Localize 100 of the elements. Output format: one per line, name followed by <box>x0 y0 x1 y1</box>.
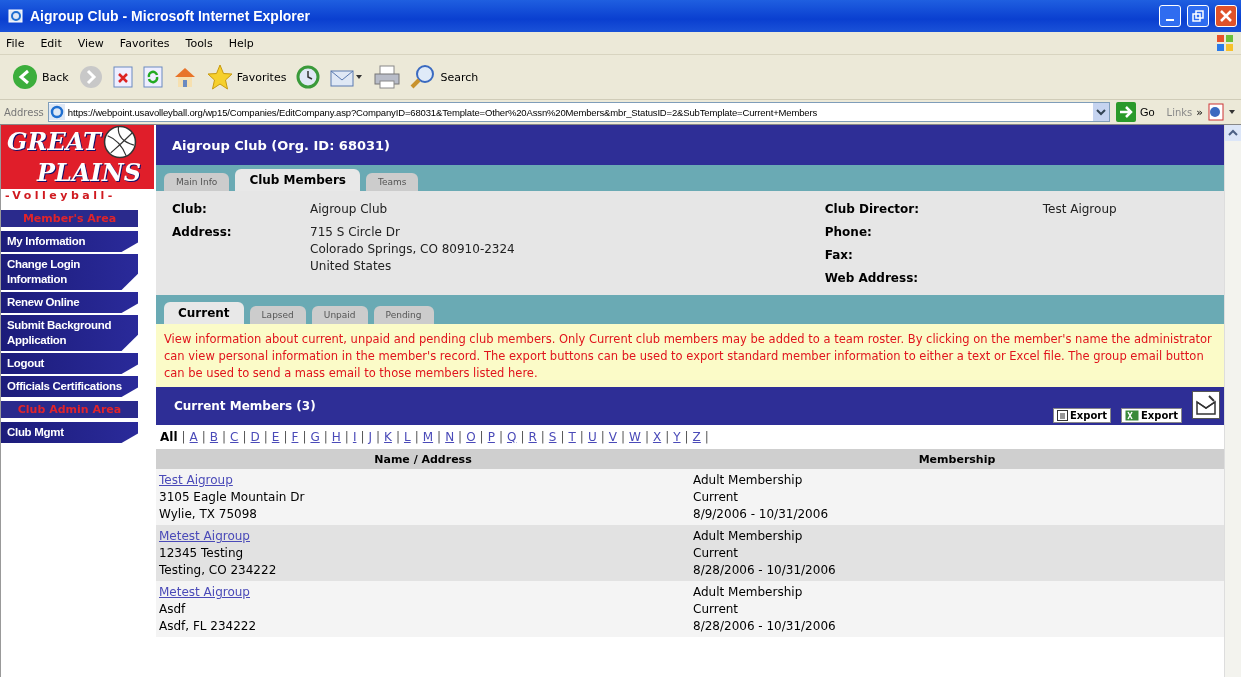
table-cell-text: 3105 Eagle Mountain Dr <box>159 489 306 506</box>
menu-item[interactable]: Edit <box>40 36 62 50</box>
letter-filter[interactable]: G <box>310 430 320 444</box>
separator-text: | <box>414 430 419 444</box>
letter-filter[interactable]: P <box>487 430 495 444</box>
search-button[interactable]: Search <box>408 64 481 90</box>
letter-filter[interactable]: U <box>587 430 597 444</box>
scrollbar[interactable] <box>1224 125 1241 677</box>
separator-text: | <box>323 430 328 444</box>
letter-filter[interactable]: F <box>291 430 299 444</box>
section-title: Current Members (3) <box>174 399 316 413</box>
menu-item[interactable]: File <box>6 36 25 50</box>
letter-filter[interactable]: W <box>629 430 641 444</box>
table-cell-text: Wylie, TX 75098 <box>159 506 258 523</box>
letter-filter[interactable]: Q <box>506 430 517 444</box>
letter-filter[interactable]: T <box>568 430 576 444</box>
document-icon[interactable] <box>1207 102 1237 122</box>
table-cell-text: Asdf, FL 234222 <box>159 618 258 635</box>
sidebar-heading: Member's Area <box>1 210 138 227</box>
letter-filter[interactable]: K <box>384 430 392 444</box>
menu-item[interactable]: View <box>77 36 104 50</box>
export-button[interactable]: Export <box>1120 408 1182 423</box>
close-icon <box>1220 10 1232 22</box>
separator-text: | <box>263 430 268 444</box>
separator-text: | <box>283 430 288 444</box>
restore-icon <box>1192 10 1204 22</box>
back-button[interactable]: Back <box>10 64 71 90</box>
restore-button[interactable] <box>1187 5 1209 27</box>
print-button[interactable] <box>372 65 403 89</box>
letter-filter[interactable]: C <box>230 430 239 444</box>
search-icon <box>410 64 437 90</box>
sidebar-item[interactable]: Logout <box>1 353 138 374</box>
letter-filter[interactable]: D <box>250 430 260 444</box>
sidebar-item[interactable]: Submit Background Application <box>1 315 138 351</box>
tab[interactable]: Club Members <box>235 169 360 191</box>
separator-text: | <box>684 430 689 444</box>
table-cell-text: Current <box>693 489 740 506</box>
field-label: Fax: <box>824 247 854 264</box>
tab[interactable]: Unpaid <box>311 306 368 324</box>
separator-text: | <box>376 430 381 444</box>
tab[interactable]: Teams <box>366 173 419 191</box>
sidebar-item[interactable]: Renew Online <box>1 292 138 313</box>
letter-filter[interactable]: A <box>189 430 198 444</box>
scroll-up-icon[interactable] <box>1225 125 1241 141</box>
close-button[interactable] <box>1215 5 1237 27</box>
minimize-icon <box>1166 19 1174 21</box>
letter-filter[interactable]: L <box>404 430 411 444</box>
member-name-link[interactable]: Test Aigroup <box>159 472 233 489</box>
letter-filter[interactable]: O <box>466 430 476 444</box>
letter-filter[interactable]: B <box>209 430 219 444</box>
menu-item[interactable]: Favorites <box>119 36 170 50</box>
refresh-button[interactable] <box>140 66 165 88</box>
more-links-button[interactable]: » <box>1196 105 1203 119</box>
sidebar-item[interactable]: Officials Certifications <box>1 376 138 397</box>
field-value: 715 S Circle Dr <box>310 224 401 241</box>
letter-filter[interactable]: Y <box>673 430 681 444</box>
field-label: Web Address: <box>824 270 920 287</box>
email-button[interactable] <box>1192 391 1220 419</box>
table-cell-text: Adult Membership <box>693 528 804 545</box>
letter-filter[interactable]: H <box>331 430 341 444</box>
address-field[interactable]: https://webpoint.usavolleyball.org/wp15/Companies/EditCompany.asp?CompanyID=68031&Template=Other%20Assn%20Members&mbr_StatusID=2&SubTemplate=Current+Members <box>47 102 1110 122</box>
letter-filter[interactable]: E <box>271 430 280 444</box>
field-label: Address: <box>172 224 233 241</box>
member-name-link[interactable]: Metest Aigroup <box>159 584 250 601</box>
letter-filter[interactable]: N <box>445 430 455 444</box>
minimize-button[interactable] <box>1159 5 1181 27</box>
stop-button[interactable] <box>110 66 135 88</box>
menu-item[interactable]: Help <box>228 36 254 50</box>
separator-text: | <box>242 430 247 444</box>
table-cell-text: 8/28/2006 - 10/31/2006 <box>693 562 837 579</box>
export-button[interactable]: Export <box>1052 408 1111 423</box>
letter-filter[interactable]: M <box>422 430 434 444</box>
separator-text: | <box>344 430 349 444</box>
letter-filter[interactable]: I <box>352 430 357 444</box>
sidebar-item[interactable]: My Information <box>1 231 138 252</box>
letter-filter[interactable]: R <box>528 430 537 444</box>
tab[interactable]: Main Info <box>164 173 230 191</box>
tab[interactable]: Current <box>164 302 244 324</box>
tab[interactable]: Pending <box>373 306 434 324</box>
letter-filter[interactable]: V <box>608 430 617 444</box>
favorites-button[interactable]: Favorites <box>204 64 289 90</box>
table-cell-text: Current <box>693 601 740 618</box>
tab[interactable]: Lapsed <box>249 306 306 324</box>
letter-filter[interactable]: Z <box>692 430 701 444</box>
dropdown-icon[interactable] <box>1092 103 1109 121</box>
separator-text: | <box>560 430 565 444</box>
sidebar-item[interactable]: Change Login Information <box>1 254 138 290</box>
sidebar-item[interactable]: Club Mgmt <box>1 422 138 443</box>
letter-filter[interactable]: X <box>652 430 662 444</box>
field-label: Phone: <box>824 224 873 241</box>
field-label: Club Director: <box>824 201 920 218</box>
separator-text: | <box>620 430 625 444</box>
member-name-link[interactable]: Metest Aigroup <box>159 528 250 545</box>
go-button[interactable]: Go <box>1113 102 1163 122</box>
table-cell-text: Current <box>693 545 740 562</box>
menu-item[interactable]: Tools <box>185 36 213 50</box>
letter-filter[interactable]: S <box>548 430 557 444</box>
letter-filter[interactable]: All <box>160 430 178 444</box>
separator-text: | <box>479 430 484 444</box>
letter-filter[interactable]: J <box>368 430 372 444</box>
